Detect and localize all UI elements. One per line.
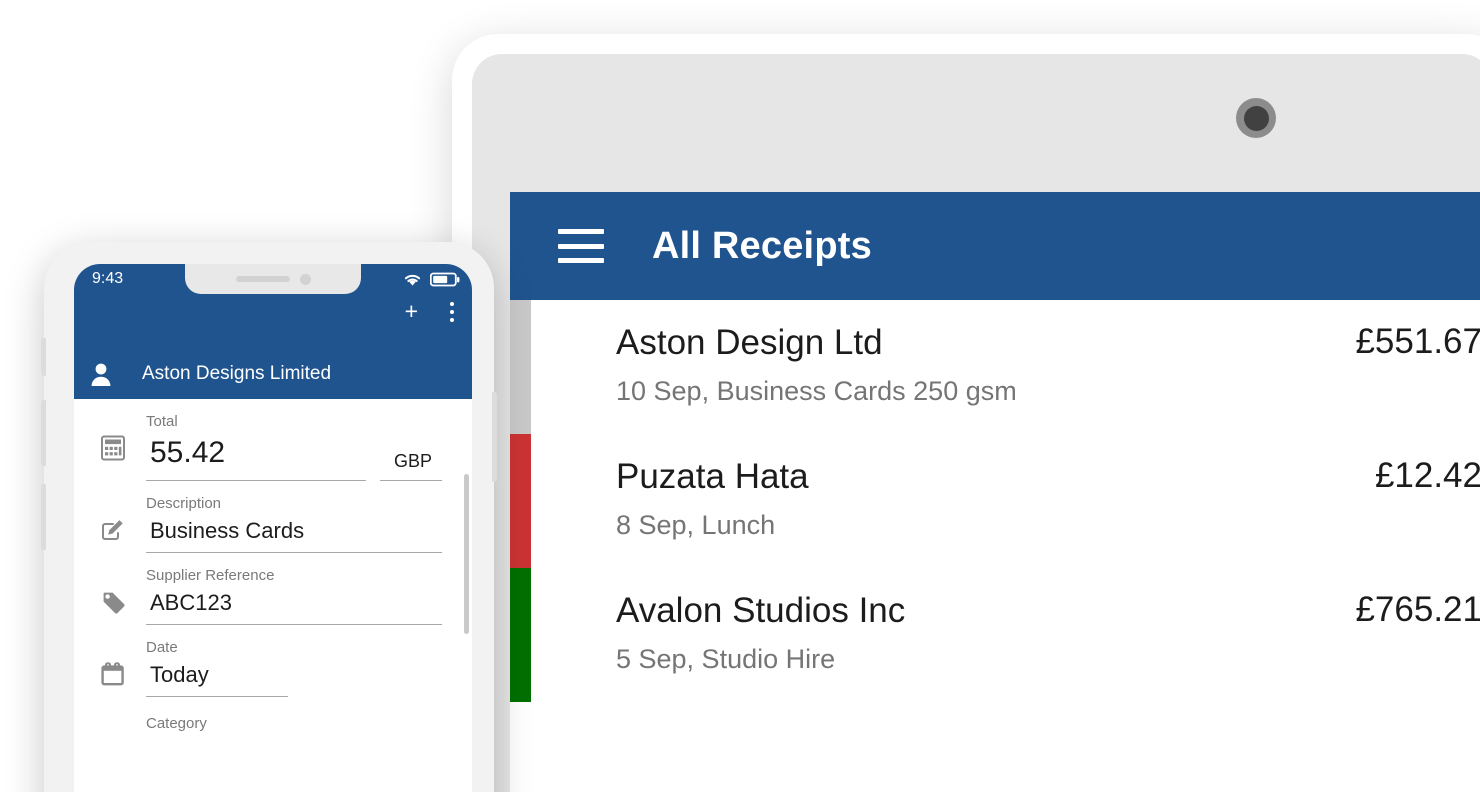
status-bar-indicators: [403, 272, 460, 287]
phone-power-button[interactable]: [492, 392, 497, 482]
receipt-supplier: Avalon Studios Inc: [616, 591, 906, 630]
tablet-device: All Receipts Aston Design Ltd 10 Sep, Bu…: [452, 34, 1480, 792]
phone-appbar-actions: +: [399, 296, 462, 327]
calendar-icon: [88, 639, 138, 687]
receipt-amount: £765.21: [1355, 590, 1480, 629]
supplier-reference-input[interactable]: ABC123: [146, 584, 442, 625]
phone-app-bar: 9:43 + Aston Designs Limited: [74, 264, 472, 399]
form-field-date: Date Today: [74, 625, 472, 697]
add-receipt-button[interactable]: +: [399, 296, 424, 327]
receipt-meta: 10 Sep, Business Cards 250 gsm: [616, 375, 1017, 406]
status-stripe: [510, 434, 531, 568]
receipts-list: Aston Design Ltd 10 Sep, Business Cards …: [510, 300, 1480, 792]
receipt-supplier: Aston Design Ltd: [616, 323, 883, 362]
front-camera-icon: [299, 273, 311, 285]
supplier-reference-label: Supplier Reference: [146, 567, 275, 584]
receipt-list-item[interactable]: Aston Design Ltd 10 Sep, Business Cards …: [510, 300, 1480, 434]
edit-pencil-icon: [88, 495, 138, 543]
receipt-details: Puzata Hata 8 Sep, Lunch: [616, 450, 1375, 541]
phone-volume-up-button[interactable]: [41, 400, 46, 466]
tablet-screen: All Receipts Aston Design Ltd 10 Sep, Bu…: [510, 192, 1480, 792]
description-input[interactable]: Business Cards: [146, 512, 442, 553]
date-field-group: Date Today: [146, 639, 442, 697]
total-field-group: Total 55.42: [146, 413, 366, 481]
form-field-description: Description Business Cards: [74, 481, 472, 553]
receipt-list-item[interactable]: Avalon Studios Inc 5 Sep, Studio Hire £7…: [510, 568, 1480, 702]
total-input[interactable]: 55.42: [146, 430, 366, 481]
receipt-amount: £12.42: [1374, 456, 1480, 495]
description-field-group: Description Business Cards: [146, 495, 442, 553]
screenshot-stage: All Receipts Aston Design Ltd 10 Sep, Bu…: [0, 0, 1480, 792]
tablet-app-bar: All Receipts: [510, 192, 1480, 300]
date-input[interactable]: Today: [146, 656, 288, 697]
receipt-form: Total 55.42 GBP Description Business Car…: [74, 399, 472, 732]
currency-field-group: GBP: [380, 445, 442, 481]
status-bar-time: 9:43: [92, 270, 124, 287]
person-icon: [88, 361, 114, 387]
battery-icon: [430, 272, 460, 287]
receipt-details: Avalon Studios Inc 5 Sep, Studio Hire: [616, 584, 1355, 675]
category-label: Category: [146, 715, 207, 732]
receipt-list-item[interactable]: Puzata Hata 8 Sep, Lunch £12.42: [510, 434, 1480, 568]
page-title: All Receipts: [652, 224, 872, 267]
currency-input[interactable]: GBP: [380, 445, 442, 481]
form-field-total: Total 55.42 GBP: [74, 399, 472, 481]
hamburger-menu-icon[interactable]: [558, 229, 604, 263]
phone-scrollbar[interactable]: [464, 474, 469, 634]
more-vertical-icon[interactable]: [442, 298, 462, 326]
phone-screen: 9:43 + Aston Designs Limited Total 55.42…: [74, 264, 472, 792]
phone-device: 9:43 + Aston Designs Limited Total 55.42…: [41, 242, 497, 792]
total-label: Total: [146, 413, 178, 430]
status-stripe: [510, 300, 531, 434]
tag-icon: [88, 567, 138, 615]
company-header: Aston Designs Limited: [74, 361, 472, 387]
description-label: Description: [146, 495, 222, 512]
receipt-meta: 5 Sep, Studio Hire: [616, 643, 836, 674]
company-name: Aston Designs Limited: [142, 363, 332, 384]
tablet-front-camera-icon: [1236, 98, 1276, 138]
earpiece-speaker-icon: [235, 276, 290, 282]
receipt-details: Aston Design Ltd 10 Sep, Business Cards …: [616, 316, 1355, 407]
receipt-meta: 8 Sep, Lunch: [616, 509, 776, 540]
status-stripe: [510, 568, 531, 702]
receipt-amount: £551.67: [1355, 322, 1480, 361]
phone-mute-switch[interactable]: [41, 338, 46, 376]
wifi-icon: [403, 272, 422, 287]
supplier-reference-field-group: Supplier Reference ABC123: [146, 567, 442, 625]
phone-volume-down-button[interactable]: [41, 484, 46, 550]
calculator-icon: [88, 413, 138, 461]
phone-notch: [185, 264, 361, 294]
receipt-supplier: Puzata Hata: [616, 457, 809, 496]
form-field-supplier-reference: Supplier Reference ABC123: [74, 553, 472, 625]
date-label: Date: [146, 639, 178, 656]
